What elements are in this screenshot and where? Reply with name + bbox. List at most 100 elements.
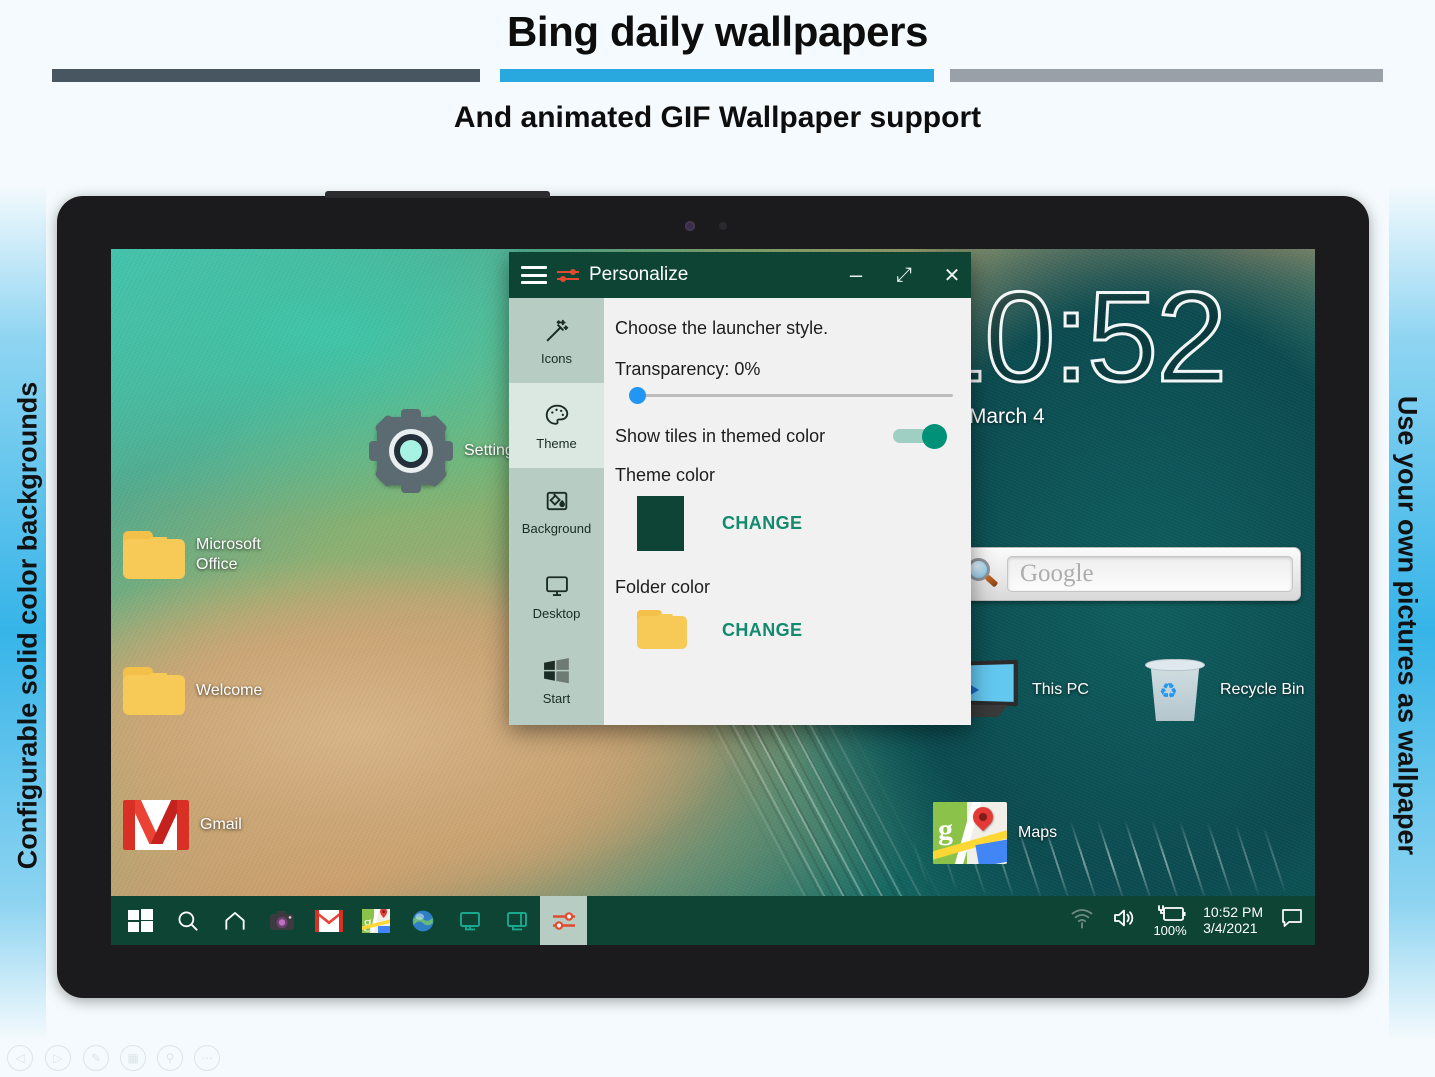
taskbar-camera-icon[interactable] <box>258 896 305 945</box>
personalize-window[interactable]: Personalize – ⤢ ✕ Icons Theme Background… <box>509 252 971 725</box>
sidebar-item-icons[interactable]: Icons <box>509 298 604 383</box>
taskbar-windows-start-icon[interactable] <box>117 896 164 945</box>
show-tiles-toggle[interactable] <box>893 424 947 449</box>
desktop-icon-welcome[interactable]: Welcome <box>123 667 262 715</box>
paint-bucket-icon <box>543 486 571 516</box>
page-title: Bing daily wallpapers <box>506 8 929 55</box>
slider-thumb[interactable] <box>629 387 646 404</box>
gear-icon <box>369 409 453 493</box>
front-camera <box>685 221 741 231</box>
taskbar-home-icon[interactable] <box>211 896 258 945</box>
taskbar-gmail-icon[interactable] <box>305 896 352 945</box>
previous-icon[interactable]: ◁ <box>7 1045 33 1071</box>
gmail-icon <box>123 800 189 850</box>
sidebar-item-start[interactable]: Start <box>509 638 604 723</box>
windows-logo-icon <box>543 656 571 686</box>
taskbar-left-icons: g <box>111 896 587 945</box>
desktop-icon-gmail[interactable]: Gmail <box>123 800 242 850</box>
sidebar-item-theme[interactable]: Theme <box>509 383 604 468</box>
zoom-icon[interactable]: ⚲ <box>157 1045 183 1071</box>
bottom-toolbar: ◁ ▷ ✎ ▦ ⚲ ⋯ <box>0 1037 1435 1077</box>
sidebar-item-label: Background <box>521 520 592 536</box>
theme-color-swatch[interactable] <box>637 496 684 551</box>
accent-bar-dark <box>52 69 480 82</box>
folder-color-change-button[interactable]: CHANGE <box>722 620 802 641</box>
transparency-label: Transparency: 0% <box>615 359 761 379</box>
sliders-icon <box>557 267 579 283</box>
desktop-icon-label: Gmail <box>200 816 242 833</box>
folder-color-swatch[interactable] <box>637 610 687 650</box>
taskbar-monitor-icon-1[interactable] <box>446 896 493 945</box>
sidebar-item-background[interactable]: Background <box>509 468 604 553</box>
left-caption: Configurable solid color backgrounds <box>12 381 43 870</box>
speech-bubble-icon[interactable] <box>1279 907 1305 934</box>
desktop-icon-microsoft-office[interactable]: Microsoft Office <box>123 531 261 579</box>
accent-bar-blue <box>500 69 934 82</box>
minimize-button[interactable]: – <box>837 252 875 298</box>
magic-wand-icon <box>543 316 571 346</box>
monitor-icon <box>543 571 571 601</box>
desktop-icon-recycle-bin[interactable]: ♻ Recycle Bin <box>1141 657 1304 723</box>
folder-icon <box>123 667 185 715</box>
desktop-icon-label: Welcome <box>196 682 263 699</box>
play-icon[interactable]: ▷ <box>45 1045 71 1071</box>
folder-color-label: Folder color <box>615 577 711 597</box>
desktop-icon-label: Recycle Bin <box>1220 681 1305 698</box>
transparency-slider[interactable] <box>629 387 953 404</box>
tray-clock[interactable]: 10:52 PM 3/4/2021 <box>1203 904 1263 936</box>
sidebar-item-label: Icons <box>540 350 573 366</box>
desktop-icon-label: Microsoft Office <box>196 536 261 573</box>
desktop-icon-label: Maps <box>1018 824 1058 841</box>
launcher-style-heading: Choose the launcher style. <box>615 318 829 338</box>
personalize-body: Icons Theme Background Desktop Start Cho… <box>509 298 971 725</box>
personalize-sidebar: Icons Theme Background Desktop Start <box>509 298 604 725</box>
taskbar-personalize-icon[interactable] <box>540 896 587 945</box>
recycle-bin-icon: ♻ <box>1141 657 1209 723</box>
apps-icon[interactable]: ▦ <box>120 1045 146 1071</box>
slide-root: Bing daily wallpapers And animated GIF W… <box>0 0 1435 1077</box>
theme-color-change-button[interactable]: CHANGE <box>722 513 802 534</box>
pen-icon[interactable]: ✎ <box>83 1045 109 1071</box>
taskbar-browser-globe-icon[interactable] <box>399 896 446 945</box>
sidebar-item-label: Start <box>542 690 571 706</box>
sidebar-item-desktop[interactable]: Desktop <box>509 553 604 638</box>
hamburger-icon[interactable] <box>521 266 547 284</box>
wifi-icon[interactable] <box>1069 907 1095 934</box>
taskbar: g 100% 10:52 PM 3/4/2021 <box>111 896 1315 945</box>
taskbar-search-icon[interactable] <box>164 896 211 945</box>
more-icon[interactable]: ⋯ <box>194 1045 220 1071</box>
slider-track[interactable] <box>629 387 953 404</box>
sidebar-item-label: Desktop <box>532 605 581 621</box>
google-search-widget[interactable]: Google <box>957 547 1301 601</box>
search-input[interactable]: Google <box>1007 556 1293 592</box>
maximize-button[interactable]: ⤢ <box>885 252 923 298</box>
personalize-content: Choose the launcher style. Transparency:… <box>604 298 971 725</box>
palette-icon <box>543 401 571 431</box>
tray-time: 10:52 PM <box>1203 904 1263 921</box>
window-title: Personalize <box>589 264 689 285</box>
taskbar-monitor-icon-2[interactable] <box>493 896 540 945</box>
theme-color-row: CHANGE <box>637 496 953 551</box>
tablet-device-frame: 10:52 Thu, March 4 Google <box>57 191 1369 998</box>
tray-date: 3/4/2021 <box>1203 920 1258 937</box>
page-subtitle: And animated GIF Wallpaper support <box>453 101 982 134</box>
volume-icon[interactable] <box>1111 907 1137 934</box>
theme-color-label: Theme color <box>615 465 716 485</box>
accent-bar-gray <box>950 69 1383 82</box>
google-maps-icon: g <box>933 802 1007 864</box>
search-placeholder: Google <box>1020 560 1094 587</box>
right-caption: Use your own pictures as wallpaper <box>1392 395 1423 856</box>
system-tray: 100% 10:52 PM 3/4/2021 <box>1069 904 1315 938</box>
personalize-titlebar: Personalize – ⤢ ✕ <box>509 252 971 298</box>
folder-icon <box>123 531 185 579</box>
show-tiles-toggle-row[interactable]: Show tiles in themed color <box>615 424 953 449</box>
tablet-screen: 10:52 Thu, March 4 Google <box>111 249 1315 945</box>
close-button[interactable]: ✕ <box>933 252 971 298</box>
desktop-icon-settings[interactable]: Settings <box>369 409 522 493</box>
sidebar-item-label: Theme <box>536 435 577 451</box>
folder-color-row: CHANGE <box>637 610 953 650</box>
battery-status[interactable]: 100% <box>1153 904 1187 938</box>
taskbar-google-maps-icon[interactable]: g <box>352 896 399 945</box>
desktop-icon-maps[interactable]: g Maps <box>933 802 1057 864</box>
battery-percent: 100% <box>1153 922 1187 938</box>
